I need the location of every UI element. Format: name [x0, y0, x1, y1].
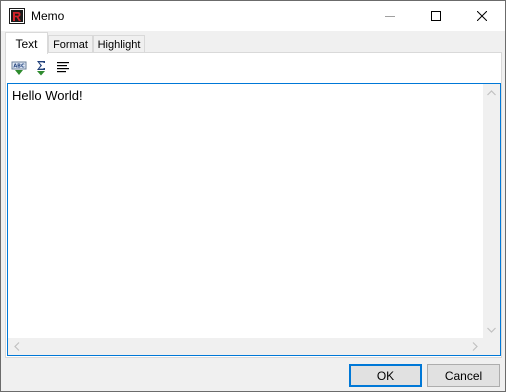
minimize-icon	[385, 16, 395, 17]
vertical-scrollbar[interactable]	[483, 84, 500, 338]
close-button[interactable]	[459, 1, 505, 31]
scroll-up-icon[interactable]	[483, 84, 500, 101]
text-align-button[interactable]	[53, 58, 73, 78]
scroll-corner	[483, 338, 500, 355]
scroll-down-icon[interactable]	[483, 321, 500, 338]
scroll-right-icon[interactable]	[466, 338, 483, 355]
scroll-left-icon[interactable]	[8, 338, 25, 355]
spellcheck-button[interactable]: ABC	[9, 58, 29, 78]
memo-text-area[interactable]: Hello World!	[7, 83, 501, 356]
tab-text[interactable]: Text	[5, 32, 48, 54]
dialog-button-bar: OK Cancel	[1, 358, 505, 391]
window-title: Memo	[31, 9, 65, 23]
text-tab-page: ABC Hello World!	[5, 52, 502, 358]
ok-button[interactable]: OK	[349, 364, 422, 387]
svg-text:ABC: ABC	[13, 64, 25, 70]
expression-button[interactable]	[31, 58, 51, 78]
memo-text: Hello World!	[12, 88, 83, 103]
toolbar: ABC	[6, 56, 501, 80]
sum-icon	[37, 61, 45, 76]
memo-dialog: Memo Text Format Highlight ABC Hello Wor…	[0, 0, 506, 392]
tab-strip: Text Format Highlight	[5, 32, 501, 54]
app-logo-icon	[9, 8, 25, 24]
close-icon	[477, 11, 487, 21]
maximize-button[interactable]	[413, 1, 459, 31]
horizontal-scrollbar[interactable]	[8, 338, 483, 355]
maximize-icon	[431, 11, 441, 21]
title-bar[interactable]: Memo	[1, 1, 505, 31]
cancel-button[interactable]: Cancel	[427, 364, 500, 387]
minimize-button[interactable]	[367, 1, 413, 31]
align-icon	[57, 62, 69, 73]
abc-spellcheck-icon: ABC	[11, 61, 27, 75]
